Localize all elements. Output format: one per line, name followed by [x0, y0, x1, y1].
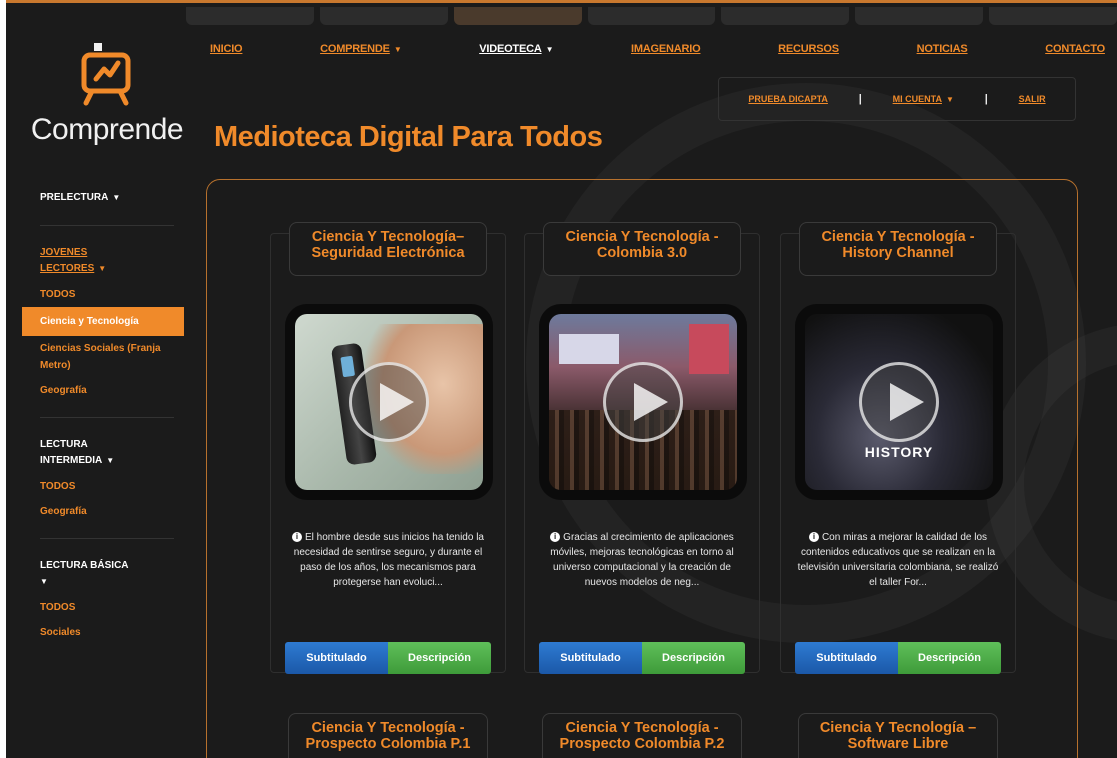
video-thumbnail[interactable]: HISTORY — [795, 304, 1003, 500]
description-text: Con miras a mejorar la calidad de los co… — [797, 532, 999, 588]
main-navigation: INICIO COMPRENDE ▼ VIDEOTECA ▼ IMAGENARIO … — [210, 43, 1105, 55]
nav-inicio[interactable]: INICIO — [210, 43, 243, 55]
nav-label: IMAGENARIO — [630, 43, 701, 55]
descripcion-button[interactable]: Descripción — [642, 642, 745, 674]
sidebar-heading-label: PRELECTURA — [40, 192, 109, 203]
video-card-actions: Subtitulado Descripción — [795, 642, 1001, 674]
sidebar-item-ciencias-sociales[interactable]: Ciencias Sociales (Franja Metro) — [22, 336, 192, 378]
video-card-title[interactable]: Ciencia Y Tecnología - Prospecto Colombi… — [288, 713, 488, 758]
sidebar-jovenes-lectores[interactable]: JOVENES LECTORES ▼ — [22, 240, 192, 282]
caret-down-icon: ▼ — [98, 264, 107, 273]
nav-comprende[interactable]: COMPRENDE ▼ — [320, 43, 402, 55]
nav-label: INICIO — [210, 43, 243, 55]
video-card: Ciencia Y Tecnología– Seguridad Electrón… — [270, 222, 506, 674]
video-description: i Con miras a mejorar la calidad de los c… — [795, 530, 1001, 590]
sidebar: PRELECTURA ▼ JOVENES LECTORES ▼ TODOS Cienc… — [22, 185, 192, 645]
video-card-actions: Subtitulado Descripción — [285, 642, 491, 674]
page-title: Medioteca Digital Para Todos — [214, 121, 603, 153]
descripcion-button[interactable]: Descripción — [898, 642, 1001, 674]
nav-contacto[interactable]: CONTACTO — [1045, 43, 1105, 55]
sidebar-heading-label: INTERMEDIA — [40, 455, 103, 466]
sidebar-heading-label: JOVENES — [40, 247, 88, 258]
divider — [40, 538, 174, 539]
sidebar-item-geografia[interactable]: Geografía — [22, 499, 192, 524]
descripcion-button[interactable]: Descripción — [388, 642, 491, 674]
logo-tv-icon — [81, 43, 131, 106]
info-icon: i — [292, 532, 302, 543]
video-card: Ciencia Y Tecnología - Prospecto Colombi… — [524, 713, 760, 758]
nav-imagenario[interactable]: IMAGENARIO — [631, 43, 701, 55]
sidebar-heading-label: LECTORES — [40, 263, 95, 274]
video-description: i Gracias al crecimiento de aplicaciones … — [539, 530, 745, 590]
nav-recursos[interactable]: RECURSOS — [778, 43, 839, 55]
nav-label: COMPRENDE — [320, 43, 390, 55]
sidebar-item-sociales[interactable]: Sociales — [22, 620, 192, 645]
sidebar-item-geografia[interactable]: Geografía — [22, 378, 192, 403]
video-card-actions: Subtitulado Descripción — [539, 642, 745, 674]
mi-cuenta-label: MI CUENTA — [892, 94, 942, 104]
video-card-title[interactable]: Ciencia Y Tecnología - Colombia 3.0 — [543, 222, 741, 276]
caret-down-icon: ▼ — [945, 95, 954, 104]
nav-label: VIDEOTECA — [479, 43, 542, 55]
nav-videoteca[interactable]: VIDEOTECA ▼ — [479, 43, 553, 55]
divider: | — [984, 93, 988, 105]
video-thumbnail[interactable] — [539, 304, 747, 500]
history-logo-text: HISTORY — [864, 444, 934, 460]
caret-down-icon: ▼ — [106, 456, 115, 465]
video-card-title[interactable]: Ciencia Y Tecnología - Prospecto Colombi… — [542, 713, 742, 758]
video-card: Ciencia Y Tecnología - Colombia 3.0 i Gra… — [524, 222, 760, 674]
thumbnail-image — [549, 314, 737, 490]
caret-down-icon: ▼ — [545, 45, 554, 54]
nav-label: CONTACTO — [1045, 43, 1105, 55]
sidebar-prelectura[interactable]: PRELECTURA ▼ — [22, 185, 192, 211]
thumbnail-image: HISTORY — [805, 314, 993, 490]
brand-name: Comprende — [30, 113, 184, 146]
video-card: Ciencia Y Tecnología - Prospecto Colombi… — [270, 713, 506, 758]
sidebar-item-todos[interactable]: TODOS — [22, 282, 192, 307]
caret-down-icon: ▼ — [393, 45, 402, 54]
video-card-title[interactable]: Ciencia Y Tecnología– Seguridad Electrón… — [289, 222, 487, 276]
play-icon[interactable] — [859, 362, 939, 442]
mi-cuenta-menu[interactable]: MI CUENTA ▼ — [893, 94, 954, 104]
page-frame: Comprende INICIO COMPRENDE ▼ VIDEOTECA ▼ I… — [6, 0, 1117, 758]
play-icon[interactable] — [349, 362, 429, 442]
sidebar-item-todos[interactable]: TODOS — [22, 474, 192, 499]
video-card-title[interactable]: Ciencia Y Tecnología - History Channel — [799, 222, 997, 276]
nav-noticias[interactable]: NOTICIAS — [917, 43, 968, 55]
subtitulado-button[interactable]: Subtitulado — [795, 642, 898, 674]
video-description: i El hombre desde sus inicios ha tenido l… — [285, 530, 491, 590]
description-text: El hombre desde sus inicios ha tenido la… — [293, 532, 484, 588]
sidebar-item-todos[interactable]: TODOS — [22, 595, 192, 620]
video-card-title[interactable]: Ciencia Y Tecnología – Software Libre — [798, 713, 998, 758]
sidebar-lectura-basica[interactable]: LECTURA BÁSICA ▼ — [22, 553, 192, 595]
divider — [40, 225, 174, 226]
video-card: Ciencia Y Tecnología - History Channel H… — [780, 222, 1016, 674]
divider: | — [858, 93, 862, 105]
thumbnail-image — [295, 314, 483, 490]
play-icon[interactable] — [603, 362, 683, 442]
info-icon: i — [808, 532, 819, 543]
prueba-dicapta-link[interactable]: PRUEBA DICAPTA — [748, 94, 828, 104]
sidebar-heading-label: LECTURA — [40, 439, 88, 450]
sidebar-heading-label: LECTURA BÁSICA — [40, 560, 129, 571]
description-text: Gracias al crecimiento de aplicaciones m… — [550, 532, 734, 588]
account-subnav: PRUEBA DICAPTA | MI CUENTA ▼ | SALIR — [718, 77, 1076, 121]
subtitulado-button[interactable]: Subtitulado — [539, 642, 642, 674]
divider — [40, 417, 174, 418]
site-logo[interactable]: Comprende — [22, 41, 192, 147]
top-tab-strip — [186, 7, 1117, 25]
video-thumbnail[interactable] — [285, 304, 493, 500]
caret-down-icon: ▼ — [40, 577, 48, 586]
salir-link[interactable]: SALIR — [1019, 94, 1046, 104]
video-card: Ciencia Y Tecnología – Software Libre — [780, 713, 1016, 758]
info-icon: i — [550, 532, 561, 543]
sidebar-lectura-intermedia[interactable]: LECTURA INTERMEDIA ▼ — [22, 432, 192, 474]
caret-down-icon: ▼ — [112, 193, 121, 202]
nav-label: RECURSOS — [778, 43, 839, 55]
subtitulado-button[interactable]: Subtitulado — [285, 642, 388, 674]
nav-label: NOTICIAS — [916, 43, 968, 55]
sidebar-item-ciencia-tecnologia[interactable]: Ciencia y Tecnología — [22, 307, 184, 336]
